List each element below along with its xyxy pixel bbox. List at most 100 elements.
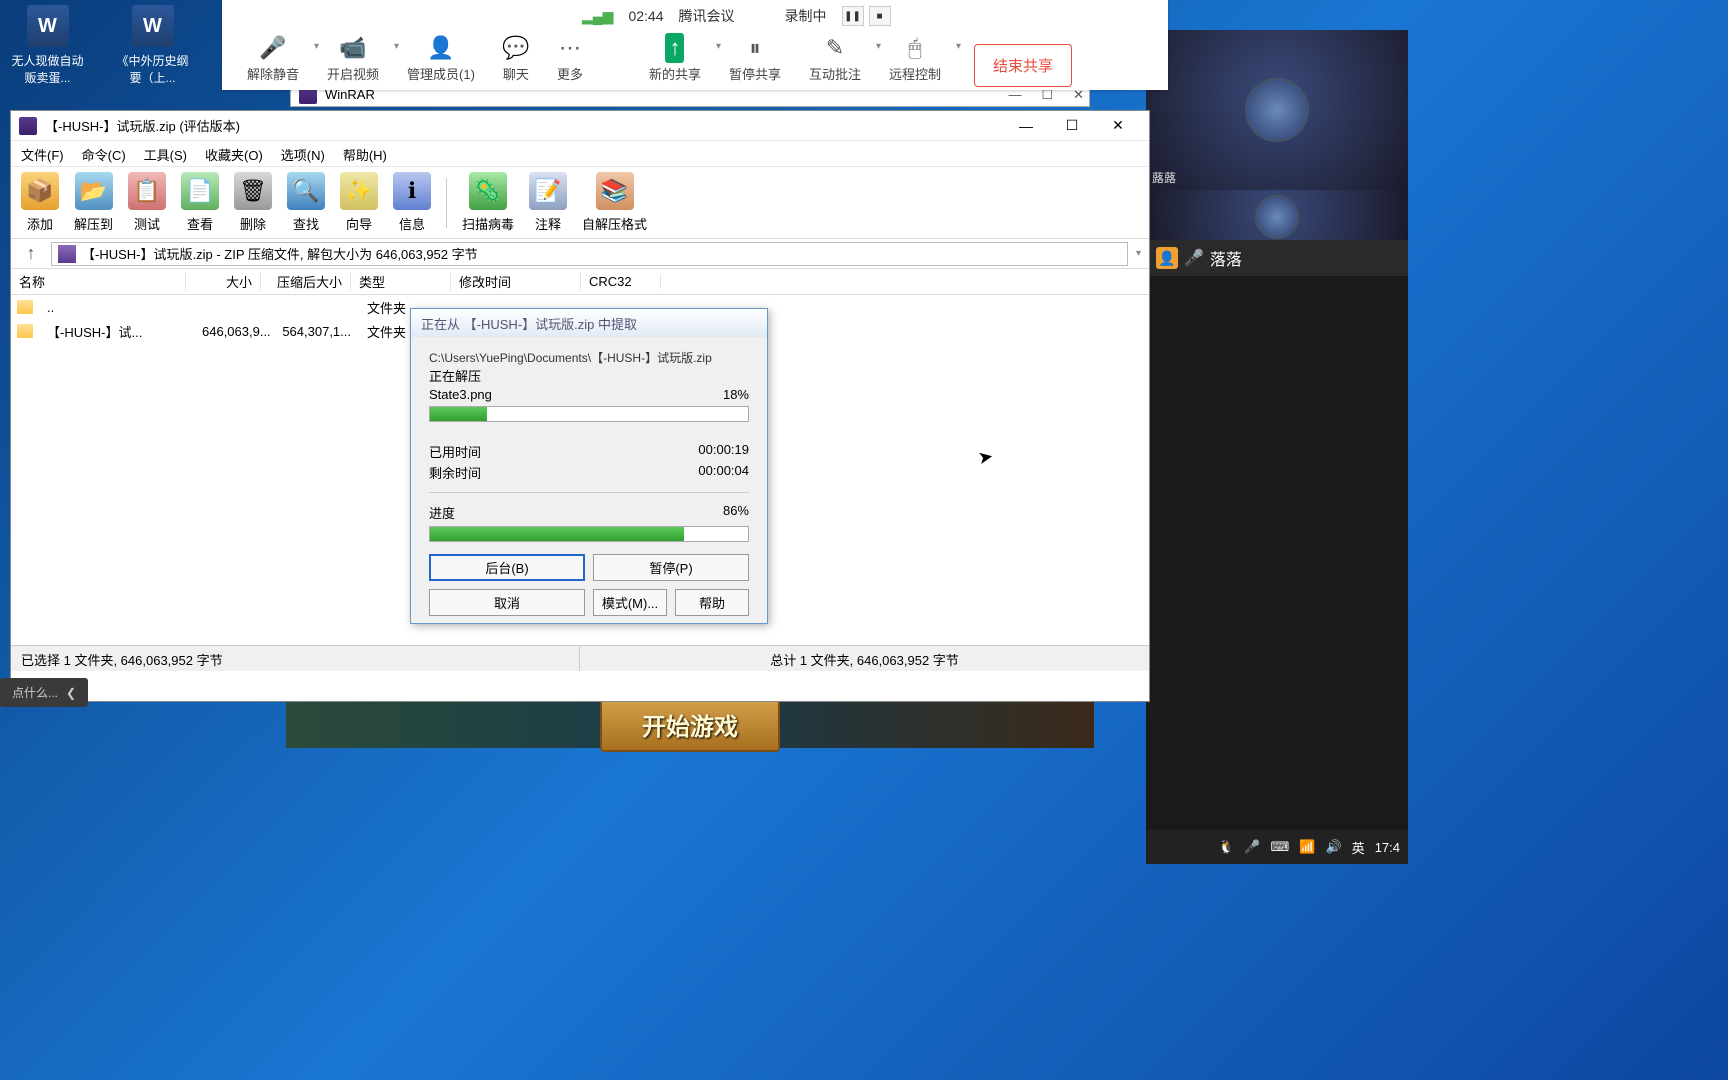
- video-button[interactable]: 📹 开启视频 ▾: [317, 31, 389, 87]
- scan-button[interactable]: 🦠扫描病毒: [462, 172, 514, 233]
- test-button[interactable]: 📋测试: [128, 172, 166, 233]
- elapsed-label: 已用时间: [429, 442, 481, 461]
- tool-label: 扫描病毒: [462, 214, 514, 233]
- col-modified[interactable]: 修改时间: [451, 272, 581, 291]
- sfx-button[interactable]: 📚自解压格式: [582, 172, 647, 233]
- annotate-button[interactable]: ✎ 互动批注 ▾: [799, 31, 871, 87]
- chat-button[interactable]: 💬 聊天: [493, 31, 539, 87]
- view-button[interactable]: 📄查看: [181, 172, 219, 233]
- cancel-button[interactable]: 取消: [429, 589, 585, 616]
- menu-help[interactable]: 帮助(H): [343, 145, 387, 162]
- tool-label: 查找: [293, 214, 319, 233]
- winrar-column-headers: 名称 大小 压缩后大小 类型 修改时间 CRC32: [11, 269, 1149, 295]
- cell-packed: 564,307,1...: [269, 324, 359, 339]
- meeting-timer: 02:44: [628, 8, 663, 24]
- mic-icon: 🎤: [1184, 248, 1204, 268]
- pause-share-button[interactable]: ⏸ 暂停共享: [719, 31, 791, 87]
- taskbar-clock[interactable]: 17:4: [1375, 840, 1400, 855]
- find-button[interactable]: 🔍查找: [287, 172, 325, 233]
- col-crc[interactable]: CRC32: [581, 274, 661, 289]
- col-type[interactable]: 类型: [351, 272, 451, 291]
- help-button[interactable]: 帮助: [675, 589, 749, 616]
- file-progress-bar: [429, 406, 749, 422]
- more-button[interactable]: ⋯ 更多: [547, 31, 593, 87]
- background-button[interactable]: 后台(B): [429, 554, 585, 581]
- archive-icon: [58, 245, 76, 263]
- mic-muted-icon: 🎤: [260, 35, 286, 61]
- tray-icon[interactable]: 🐧: [1218, 839, 1234, 855]
- notification-bubble[interactable]: 点什么... ❮: [0, 678, 88, 707]
- remaining-time: 00:00:04: [698, 463, 749, 482]
- pause-recording-button[interactable]: ❚❚: [842, 6, 864, 26]
- button-label: 解除静音: [247, 64, 299, 83]
- notif-text: 点什么...: [12, 684, 58, 701]
- speaker-name: 落落: [1210, 246, 1242, 270]
- members-button[interactable]: 👤 管理成员(1): [397, 31, 485, 87]
- participant-name: 蕗蕗: [1152, 169, 1176, 186]
- menu-command[interactable]: 命令(C): [82, 145, 126, 162]
- menu-options[interactable]: 选项(N): [281, 145, 325, 162]
- test-icon: 📋: [128, 172, 166, 210]
- tray-mic-icon[interactable]: 🎤: [1244, 839, 1260, 855]
- tool-label: 解压到: [74, 214, 113, 233]
- comment-button[interactable]: 📝注释: [529, 172, 567, 233]
- col-packed[interactable]: 压缩后大小: [261, 272, 351, 291]
- folder-icon: [17, 324, 33, 338]
- pause-button[interactable]: 暂停(P): [593, 554, 749, 581]
- button-label: 更多: [557, 64, 583, 83]
- close-button[interactable]: ✕: [1095, 112, 1141, 140]
- recording-label: 录制中: [785, 6, 827, 26]
- remote-control-button[interactable]: 🖱 远程控制 ▾: [879, 31, 951, 87]
- add-button[interactable]: 📦添加: [21, 172, 59, 233]
- extract-button[interactable]: 📂解压到: [74, 172, 113, 233]
- more-icon: ⋯: [557, 35, 583, 61]
- ime-indicator[interactable]: 英: [1352, 838, 1365, 857]
- participant-video-1[interactable]: 蕗蕗: [1146, 30, 1408, 190]
- dialog-title[interactable]: 正在从 【-HUSH-】试玩版.zip 中提取: [411, 309, 767, 337]
- winrar-titlebar[interactable]: 【-HUSH-】试玩版.zip (评估版本) — ☐ ✕: [11, 111, 1149, 141]
- info-icon: ℹ: [393, 172, 431, 210]
- delete-icon: 🗑: [234, 172, 272, 210]
- avatar: [1255, 195, 1299, 239]
- info-button[interactable]: ℹ信息: [393, 172, 431, 233]
- menu-tools[interactable]: 工具(S): [144, 145, 187, 162]
- remote-icon: 🖱: [902, 35, 928, 61]
- winrar-icon: [19, 117, 37, 135]
- cell-name: ..: [39, 300, 194, 315]
- tray-keyboard-icon[interactable]: ⌨: [1271, 839, 1290, 855]
- col-name[interactable]: 名称: [11, 272, 186, 291]
- delete-button[interactable]: 🗑删除: [234, 172, 272, 233]
- maximize-button[interactable]: ☐: [1049, 112, 1095, 140]
- winrar-pathbar: ↑ 【-HUSH-】试玩版.zip - ZIP 压缩文件, 解包大小为 646,…: [11, 239, 1149, 269]
- toolbar-separator: [446, 178, 447, 228]
- new-share-button[interactable]: ↑ 新的共享 ▾: [639, 31, 711, 87]
- path-input[interactable]: 【-HUSH-】试玩版.zip - ZIP 压缩文件, 解包大小为 646,06…: [51, 242, 1128, 266]
- pause-icon: ⏸: [742, 35, 768, 61]
- tray-wifi-icon[interactable]: 📶: [1299, 839, 1315, 855]
- col-size[interactable]: 大小: [186, 272, 261, 291]
- unmute-button[interactable]: 🎤 解除静音 ▾: [237, 31, 309, 87]
- meeting-app-name: 腾讯会议: [679, 6, 735, 26]
- wizard-button[interactable]: ✨向导: [340, 172, 378, 233]
- up-button[interactable]: ↑: [19, 243, 43, 264]
- avatar: [1245, 78, 1309, 142]
- start-game-button[interactable]: 开始游戏: [600, 697, 780, 752]
- meeting-toolbar: ▂▄▆ 02:44 腾讯会议 录制中 ❚❚ ■ 🎤 解除静音 ▾ 📹 开启视频 …: [222, 0, 1168, 90]
- menu-favorites[interactable]: 收藏夹(O): [205, 145, 263, 162]
- minimize-button[interactable]: —: [1003, 112, 1049, 140]
- view-icon: 📄: [181, 172, 219, 210]
- mode-button[interactable]: 模式(M)...: [593, 589, 667, 616]
- annotate-icon: ✎: [822, 35, 848, 61]
- menu-file[interactable]: 文件(F): [21, 145, 64, 162]
- extract-progress-dialog: 正在从 【-HUSH-】试玩版.zip 中提取 C:\Users\YuePing…: [410, 308, 768, 624]
- desktop-icon-word1[interactable]: W 无人现做自动贩卖蛋...: [10, 5, 85, 86]
- stop-recording-button[interactable]: ■: [869, 6, 891, 26]
- tray-volume-icon[interactable]: 🔊: [1325, 839, 1341, 855]
- taskbar: 🐧 🎤 ⌨ 📶 🔊 英 17:4: [1146, 830, 1408, 864]
- end-share-button[interactable]: 结束共享: [974, 44, 1072, 87]
- chevron-down-icon[interactable]: ▾: [956, 41, 961, 52]
- active-speaker-bar[interactable]: 👤 🎤 落落: [1146, 240, 1408, 276]
- participant-video-2[interactable]: [1146, 190, 1408, 240]
- path-dropdown[interactable]: ▾: [1136, 248, 1141, 259]
- desktop-icon-word2[interactable]: W 《中外历史纲要（上...: [115, 5, 190, 86]
